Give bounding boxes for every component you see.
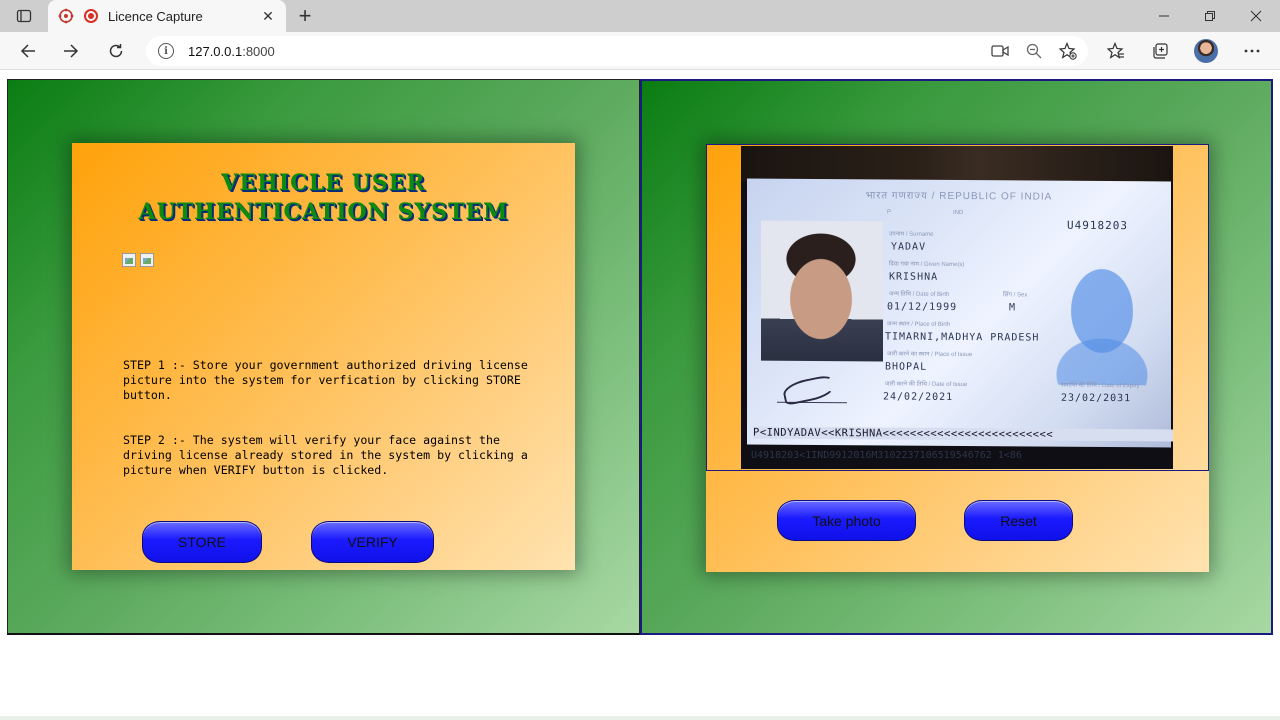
profile-avatar[interactable]: [1194, 39, 1218, 63]
broken-image-icon: [122, 253, 136, 267]
step-1-text: STEP 1 :- Store your government authoriz…: [123, 358, 528, 402]
instructions-card: VEHICLE USER AUTHENTICATION SYSTEM STEP …: [72, 143, 575, 570]
tab-favicon-icon: [58, 8, 74, 24]
left-panel: VEHICLE USER AUTHENTICATION SYSTEM STEP …: [7, 79, 640, 635]
browser-tab[interactable]: Licence Capture ✕: [48, 0, 286, 32]
bottom-strip: [0, 716, 1280, 720]
tab-actions-icon[interactable]: [10, 6, 38, 26]
poi-value: BHOPAL: [885, 361, 928, 373]
sex-value: M: [1009, 302, 1017, 314]
reload-icon[interactable]: [102, 37, 130, 65]
url-host: 127.0.0.1: [188, 43, 243, 59]
reset-button[interactable]: Reset: [964, 500, 1073, 541]
add-favorite-icon[interactable]: [1054, 37, 1082, 65]
take-photo-button[interactable]: Take photo: [777, 500, 916, 541]
poi-label: जारी करने का स्थान / Place of Issue: [887, 351, 973, 359]
doi-label: जारी करने की तिथि / Date of Issue: [885, 381, 968, 389]
zoom-out-icon[interactable]: [1020, 37, 1048, 65]
broken-image-icon: [140, 253, 154, 267]
pob-label: जन्म स्थान / Place of Birth: [887, 321, 951, 328]
doi-value: 24/02/2021: [883, 391, 954, 403]
given-name-value: KRISHNA: [889, 271, 939, 283]
tab-title: Licence Capture: [108, 8, 203, 24]
close-window-icon[interactable]: [1233, 0, 1279, 32]
site-info-icon[interactable]: i: [158, 43, 174, 59]
restore-icon[interactable]: [1187, 0, 1233, 32]
browser-toolbar: i 127.0.0.1:8000: [0, 32, 1280, 70]
favorites-icon[interactable]: [1102, 37, 1130, 65]
signature: [777, 374, 847, 404]
sex-label: लिंग / Sex: [1003, 292, 1028, 299]
page-title: VEHICLE USER AUTHENTICATION SYSTEM: [138, 170, 509, 225]
camera-in-use-icon[interactable]: [986, 37, 1014, 65]
back-icon[interactable]: [14, 37, 42, 65]
dob-value: 01/12/1999: [887, 301, 958, 313]
pob-value: TIMARNI,MADHYA PRADESH: [885, 331, 1040, 344]
licence-document: भारत गणराज्य / REPUBLIC OF INDIA P IND U…: [747, 178, 1173, 448]
video-background: [741, 146, 1173, 182]
minimize-icon[interactable]: [1141, 0, 1187, 32]
forward-icon[interactable]: [57, 37, 85, 65]
doe-label: समाप्ति की तिथि / Date of Expiry: [1061, 382, 1140, 390]
mrz-line-2: U4918203<1IND9912016M3102237106519546762…: [751, 450, 1022, 461]
licence-photo: [761, 220, 883, 362]
licence-type: P: [887, 209, 892, 216]
store-button[interactable]: STORE: [142, 521, 262, 563]
camera-video: भारत गणराज्य / REPUBLIC OF INDIA P IND U…: [741, 146, 1173, 469]
tab-close-icon[interactable]: ✕: [256, 4, 280, 28]
browser-tabstrip: Licence Capture ✕ +: [0, 0, 1280, 32]
url-text: 127.0.0.1:8000: [188, 44, 986, 59]
more-menu-icon[interactable]: [1238, 37, 1266, 65]
step-2-text: STEP 2 :- The system will verify your fa…: [123, 433, 528, 477]
address-bar[interactable]: i 127.0.0.1:8000: [146, 36, 1088, 66]
licence-code: IND: [953, 209, 964, 217]
camera-frame: भारत गणराज्य / REPUBLIC OF INDIA P IND U…: [706, 144, 1209, 471]
dob-label: जन्म तिथि / Date of Birth: [889, 291, 950, 298]
collections-icon[interactable]: [1146, 37, 1174, 65]
capture-card: भारत गणराज्य / REPUBLIC OF INDIA P IND U…: [706, 144, 1209, 572]
mrz-line-1: P<INDYADAV<<KRISHNA<<<<<<<<<<<<<<<<<<<<<…: [753, 426, 1173, 442]
url-port: :8000: [242, 43, 275, 59]
surname-value: YADAV: [891, 241, 927, 253]
surname-label: उपनाम / Surname: [889, 231, 934, 238]
recording-icon: [84, 9, 98, 23]
doe-value: 23/02/2031: [1061, 392, 1132, 405]
licence-number: U4918203: [1067, 218, 1128, 233]
verify-button[interactable]: VERIFY: [311, 521, 434, 563]
licence-header: भारत गणराज्य / REPUBLIC OF INDIA: [865, 190, 1053, 203]
new-tab-icon[interactable]: +: [292, 3, 318, 28]
licence-ghost-photo: [1047, 244, 1157, 386]
right-panel: भारत गणराज्य / REPUBLIC OF INDIA P IND U…: [640, 79, 1273, 635]
given-name-label: दिया गया नाम / Given Name(s): [889, 261, 965, 269]
